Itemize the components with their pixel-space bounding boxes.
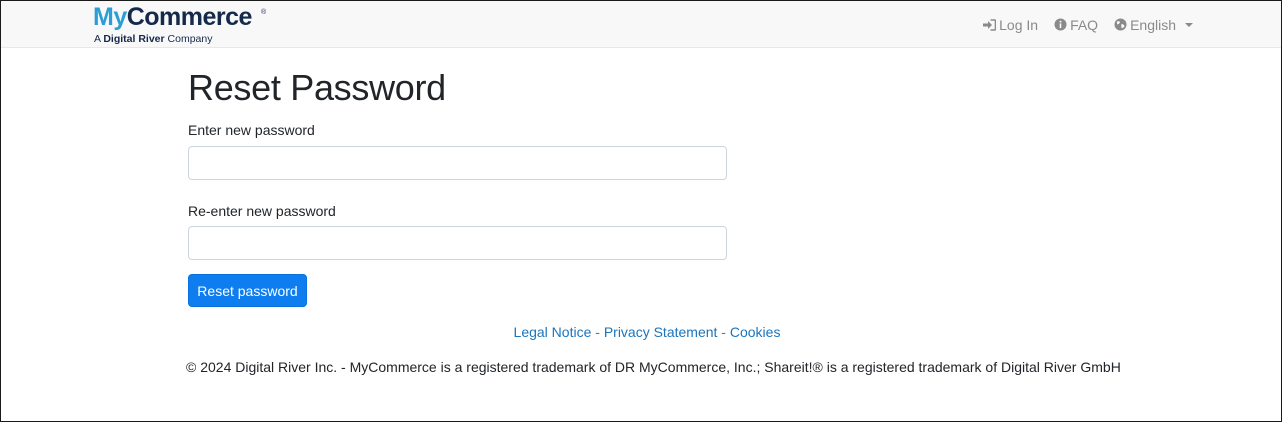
- logo-my: My: [93, 3, 127, 31]
- copyright-text: © 2024 Digital River Inc. - MyCommerce i…: [186, 359, 1121, 375]
- cookies-link[interactable]: Cookies: [730, 324, 781, 340]
- legal-notice-link[interactable]: Legal Notice: [514, 324, 592, 340]
- logo-tagline: A Digital River Company: [94, 33, 212, 45]
- nav-links: Log In FAQ English: [983, 1, 1193, 48]
- top-navbar: MyCommerce ® A Digital River Company Log…: [1, 1, 1281, 48]
- footer-separator: -: [717, 324, 730, 340]
- mycommerce-logo[interactable]: MyCommerce ® A Digital River Company: [93, 3, 273, 47]
- login-label: Log In: [999, 16, 1039, 33]
- logo-registered-mark: ®: [261, 9, 267, 16]
- tagline-brand: Digital River: [103, 33, 165, 45]
- new-password-label: Enter new password: [188, 122, 315, 138]
- sign-in-icon: [983, 18, 997, 31]
- reset-password-button[interactable]: Reset password: [188, 274, 307, 307]
- privacy-statement-link[interactable]: Privacy Statement: [604, 324, 718, 340]
- tagline-suffix: Company: [164, 33, 213, 45]
- info-circle-icon: [1054, 18, 1067, 31]
- logo-commerce: Commerce: [126, 3, 253, 31]
- language-label: English: [1130, 16, 1176, 33]
- confirm-password-input[interactable]: [188, 226, 727, 260]
- tagline-prefix: A: [94, 33, 104, 45]
- confirm-password-label: Re-enter new password: [188, 203, 336, 219]
- new-password-input[interactable]: [188, 146, 727, 180]
- footer-links: Legal Notice - Privacy Statement - Cooki…: [0, 324, 1282, 340]
- logo-wordmark: MyCommerce: [93, 3, 252, 31]
- login-link[interactable]: Log In: [983, 17, 1038, 33]
- faq-label: FAQ: [1070, 16, 1099, 33]
- footer-separator: -: [591, 324, 604, 340]
- language-dropdown[interactable]: English: [1114, 17, 1193, 33]
- globe-icon: [1114, 18, 1127, 31]
- faq-link[interactable]: FAQ: [1054, 17, 1098, 33]
- page-title: Reset Password: [188, 67, 446, 108]
- caret-down-icon: [1185, 22, 1193, 27]
